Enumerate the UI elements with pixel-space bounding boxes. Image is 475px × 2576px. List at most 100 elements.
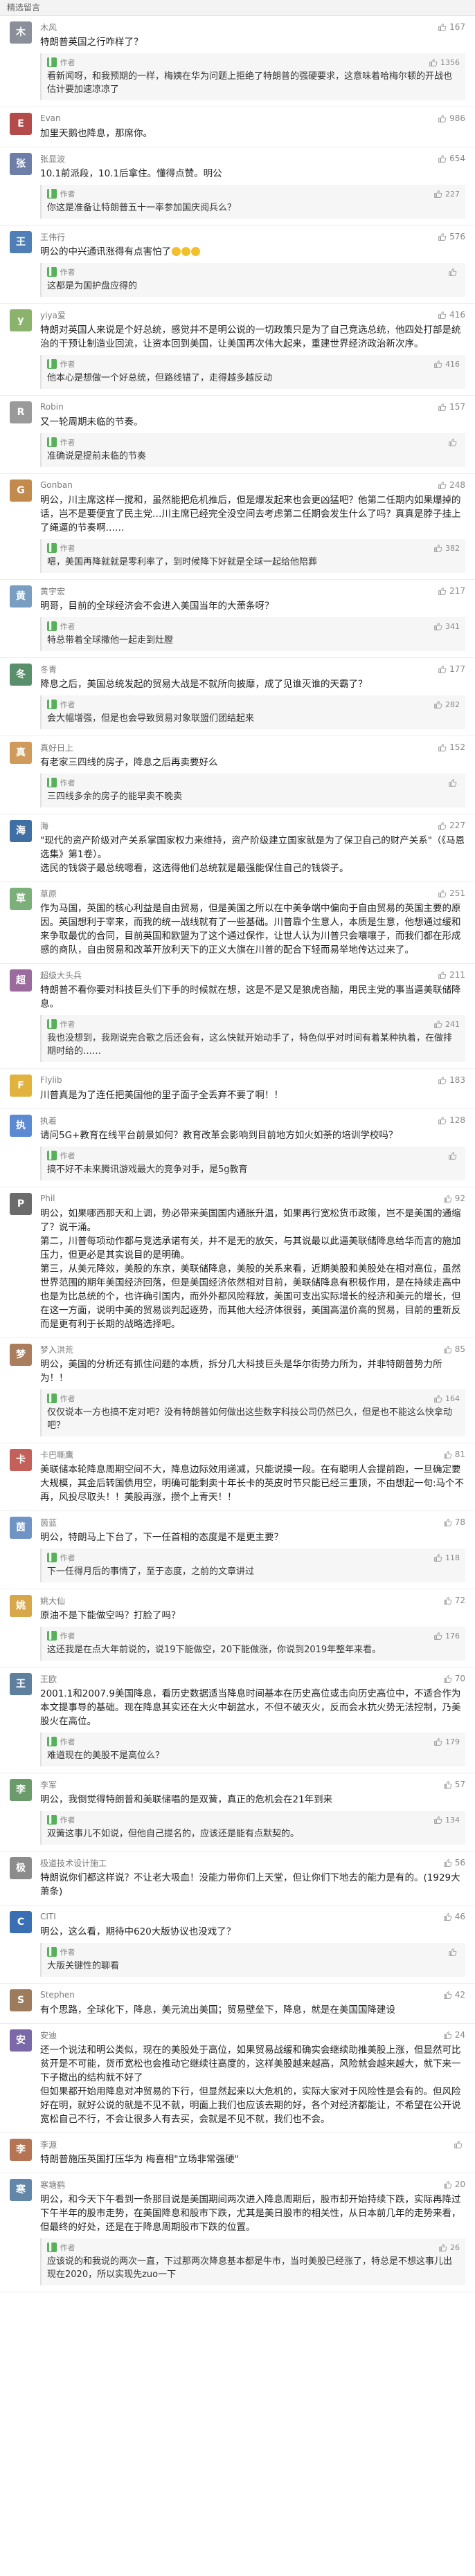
- like-button[interactable]: 217: [438, 586, 465, 596]
- avatar[interactable]: P: [10, 1193, 32, 1215]
- like-count: 57: [454, 1780, 465, 1789]
- avatar[interactable]: 真: [10, 742, 32, 764]
- like-button[interactable]: 46: [443, 1912, 465, 1921]
- like-button[interactable]: 92: [443, 1194, 465, 1203]
- avatar[interactable]: 执: [10, 1115, 32, 1137]
- like-button[interactable]: [454, 2140, 465, 2149]
- comment-text: 特朗普英国之行咋样了？: [40, 35, 465, 49]
- like-count: 42: [454, 1990, 465, 2000]
- reply-like-button[interactable]: [448, 268, 460, 277]
- like-button[interactable]: 576: [438, 232, 465, 241]
- avatar[interactable]: 海: [10, 820, 32, 842]
- reply-like-button[interactable]: 134: [433, 1816, 460, 1825]
- reply-like-button[interactable]: [448, 438, 460, 447]
- avatar[interactable]: F: [10, 1075, 32, 1097]
- like-button[interactable]: 24: [443, 2030, 465, 2040]
- like-button[interactable]: 211: [438, 970, 465, 980]
- avatar[interactable]: 寒: [10, 2179, 32, 2201]
- avatar[interactable]: R: [10, 401, 32, 423]
- avatar[interactable]: 张: [10, 153, 32, 175]
- avatar[interactable]: 李: [10, 2139, 32, 2161]
- reply-like-button[interactable]: 26: [438, 2243, 460, 2252]
- like-button[interactable]: 986: [438, 113, 465, 123]
- reply-like-button[interactable]: 176: [433, 1632, 460, 1641]
- avatar[interactable]: 姚: [10, 1595, 32, 1617]
- avatar[interactable]: 木: [10, 21, 32, 44]
- reply-like-count: 176: [445, 1631, 460, 1641]
- like-button[interactable]: 167: [438, 22, 465, 32]
- reply-like-button[interactable]: [448, 778, 460, 787]
- like-button[interactable]: 183: [438, 1075, 465, 1085]
- like-button[interactable]: 248: [438, 480, 465, 490]
- reply-like-button[interactable]: 341: [433, 622, 460, 631]
- reply-like-button[interactable]: 382: [433, 544, 460, 553]
- like-count: 251: [449, 888, 465, 898]
- reply-like-button[interactable]: [448, 1151, 460, 1160]
- comment-text: "现代的资产阶级对产关系掌国家权力来维持，资产阶级建立国家就是为了保卫自己的财产…: [40, 834, 465, 875]
- like-button[interactable]: 227: [438, 821, 465, 830]
- avatar[interactable]: C: [10, 1911, 32, 1933]
- comment-body: 明哥，目前的全球经济会不会进入美国当年的大萧条呀？: [40, 601, 274, 612]
- comment-item: 超 超级大头兵 211 特朗普不看你要对科技巨头们下手的时候就在想，这是不是又是狼虎沓…: [0, 964, 475, 1069]
- avatar[interactable]: 王: [10, 231, 32, 253]
- reply-like-button[interactable]: 164: [433, 1394, 460, 1403]
- avatar[interactable]: 安: [10, 2029, 32, 2052]
- reply-like-button[interactable]: 241: [433, 1020, 460, 1029]
- avatar-initial: S: [17, 1995, 25, 2006]
- avatar-initial: 王: [16, 237, 26, 248]
- reply-like-count: 282: [445, 700, 460, 709]
- comment-body: 明公，我倒觉得特朗普和美联储唱的是双簧，真正的危机会在21年到来: [40, 1794, 333, 1805]
- avatar[interactable]: 黄: [10, 585, 32, 608]
- comment-body: 明公，如果哪西那天和上调，势必带来美国国内通胀升温，如果再行宽松货币政策，岂不是…: [40, 1208, 461, 1330]
- avatar[interactable]: y: [10, 309, 32, 331]
- like-button[interactable]: 70: [443, 1674, 465, 1683]
- reply-like-button[interactable]: 118: [433, 1553, 460, 1562]
- avatar[interactable]: 李: [10, 1779, 32, 1801]
- author-badge-icon: ▍: [47, 1815, 57, 1825]
- like-button[interactable]: 85: [443, 1344, 465, 1354]
- avatar[interactable]: 梦: [10, 1344, 32, 1366]
- avatar[interactable]: 冬: [10, 664, 32, 686]
- comment-list: 木木风 167 特朗普英国之行咋样了？ ▍ 作者 1356 看新闻呀，和我预期的一样，梅姨在…: [0, 16, 475, 2292]
- reply-like-button[interactable]: 416: [433, 360, 460, 369]
- like-button[interactable]: 56: [443, 1858, 465, 1867]
- avatar-initial: 李: [16, 2144, 26, 2155]
- comment-text: 川普真是为了连任把美国他的里子面子全丢弃不要了啊！！: [40, 1088, 465, 1102]
- avatar[interactable]: S: [10, 1989, 32, 2011]
- author-reply: ▍ 作者 164 仅仅说本一方也搞不定对吧？没有特朗普如何做出这些数字科技公司仍然已久…: [40, 1389, 465, 1436]
- avatar[interactable]: G: [10, 479, 32, 502]
- like-button[interactable]: 251: [438, 888, 465, 898]
- like-button[interactable]: 416: [438, 310, 465, 320]
- author-label: 作者: [60, 778, 75, 787]
- avatar[interactable]: 极: [10, 1857, 32, 1879]
- avatar[interactable]: 茵: [10, 1517, 32, 1539]
- avatar[interactable]: E: [10, 113, 32, 135]
- like-button[interactable]: 42: [443, 1990, 465, 2000]
- grin-emoji-icon: [172, 247, 181, 256]
- reply-like-button[interactable]: 227: [433, 190, 460, 199]
- reply-like-button[interactable]: 1356: [429, 58, 460, 67]
- avatar[interactable]: 草: [10, 888, 32, 910]
- avatar[interactable]: 超: [10, 969, 32, 992]
- reply-like-button[interactable]: [448, 1948, 460, 1957]
- thumbs-up-icon: [443, 1674, 452, 1683]
- like-button[interactable]: 177: [438, 664, 465, 674]
- like-button[interactable]: 72: [443, 1596, 465, 1605]
- like-button[interactable]: 654: [438, 154, 465, 163]
- like-button[interactable]: 78: [443, 1517, 465, 1527]
- avatar[interactable]: 王: [10, 1673, 32, 1695]
- like-button[interactable]: 152: [438, 742, 465, 752]
- thumbs-up-icon: [438, 232, 447, 241]
- reply-like-button[interactable]: 282: [433, 700, 460, 709]
- like-button[interactable]: 57: [443, 1780, 465, 1789]
- like-button[interactable]: 81: [443, 1450, 465, 1459]
- nickname: 执着: [40, 1115, 57, 1126]
- like-button[interactable]: 157: [438, 402, 465, 412]
- reply-like-button[interactable]: 179: [433, 1737, 460, 1746]
- thumbs-up-icon: [434, 622, 442, 630]
- avatar[interactable]: 卡: [10, 1449, 32, 1471]
- comment-text: 特朗普施压英国打压华为 梅喜相"立场非常强硬": [40, 2153, 465, 2166]
- like-button[interactable]: 128: [438, 1115, 465, 1125]
- grin-emoji-icon: [191, 247, 200, 256]
- like-button[interactable]: 20: [443, 2180, 465, 2189]
